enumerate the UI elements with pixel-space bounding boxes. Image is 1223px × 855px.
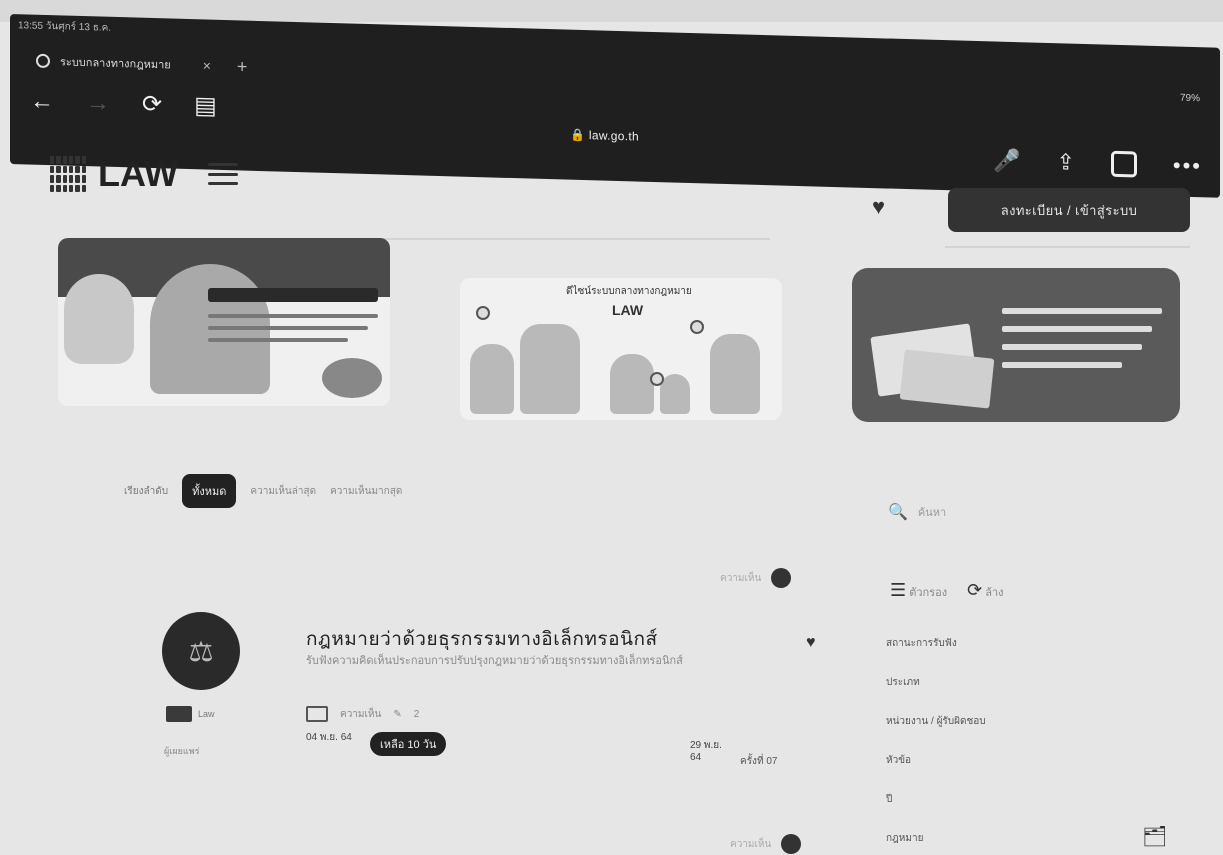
comment-icon[interactable] <box>771 568 792 588</box>
battery-indicator: 79% <box>1179 92 1200 105</box>
post-heart-icon[interactable]: ♥ <box>806 634 816 652</box>
document-illustration <box>899 349 995 409</box>
side-filter-item[interactable]: กฎหมาย <box>886 831 1126 855</box>
banner-text-line <box>1002 362 1122 368</box>
banner-1[interactable] <box>58 238 390 406</box>
logo-text: LAW <box>98 153 178 194</box>
author-badge: Law <box>166 706 215 722</box>
back-icon[interactable]: ← <box>30 87 54 116</box>
bubble-decoration <box>690 320 704 334</box>
person-illustration <box>520 324 580 414</box>
pencil-icon: ✎ <box>393 708 402 720</box>
banner-headline-bar <box>208 288 378 302</box>
search-icon: 🔍 <box>888 504 908 521</box>
post-round: ครั้งที่ 07 <box>740 756 778 767</box>
browser-tab[interactable]: ระบบกลางทางกฎหมาย × + <box>36 43 286 86</box>
tab-title: ระบบกลางทางกฎหมาย <box>60 56 171 72</box>
side-filter-item[interactable]: หน่วยงาน / ผู้รับผิดชอบ <box>886 714 1126 753</box>
divider <box>945 246 1190 248</box>
filter-chip-all[interactable]: ทั้งหมด <box>182 474 237 508</box>
post-stat-views: ความเห็น <box>340 708 382 720</box>
post-stats: ความเห็น ✎ 2 <box>306 706 419 722</box>
folder-icon[interactable]: 🗂 <box>1142 824 1167 849</box>
banner-decoration <box>322 358 382 398</box>
banner-2[interactable]: ดีไซน์ระบบกลางทางกฎหมาย LAW <box>460 278 782 420</box>
forward-icon[interactable]: → <box>86 89 110 118</box>
reader-icon[interactable]: ▤ <box>194 91 217 121</box>
sort-filters: เรียงลำดับ ทั้งหมด ความเห็นล่าสุด ความเห… <box>124 474 402 508</box>
banner-text-line <box>208 314 378 318</box>
comment-count-label: ความเห็น <box>730 838 772 850</box>
post-description: รับฟังความคิดเห็นประกอบการปรับปรุงกฎหมาย… <box>306 655 683 667</box>
logo-grid-icon <box>50 156 86 192</box>
remaining-days-badge: เหลือ 10 วัน <box>370 732 447 756</box>
clear-label: ล้าง <box>985 587 1004 599</box>
flag-icon <box>166 706 192 722</box>
side-filter-item[interactable]: ประเภท <box>886 675 1126 714</box>
new-tab-icon[interactable]: + <box>237 56 248 77</box>
filter-toggle[interactable]: ☰ ตัวกรอง <box>890 580 947 601</box>
banner-text-line <box>208 338 348 342</box>
refresh-icon: ⟳ <box>967 580 983 600</box>
bubble-decoration <box>476 306 490 320</box>
side-controls: ☰ ตัวกรอง ⟳ ล้าง <box>890 580 1004 601</box>
favorites-heart-icon[interactable]: ♥ <box>872 194 885 220</box>
person-illustration <box>610 354 654 414</box>
filter-label: ตัวกรอง <box>909 587 948 599</box>
post-start-date: 04 พ.ย. 64 <box>306 732 352 743</box>
filter-chip-most[interactable]: ความเห็นมากสุด <box>330 484 402 499</box>
tab-close-icon[interactable]: × <box>203 57 211 73</box>
search-box[interactable]: 🔍 ค้นหา <box>888 502 946 522</box>
person-illustration <box>64 274 134 364</box>
nav-buttons: ← → ⟳ ▤ <box>30 87 217 121</box>
reload-icon[interactable]: ⟳ <box>142 90 162 120</box>
sort-label: เรียงลำดับ <box>124 485 169 497</box>
post-stat-edits: 2 <box>413 708 420 720</box>
post-end-date: 29 พ.ย. 64 <box>690 740 722 763</box>
address-bar[interactable]: 🔒 law.go.th <box>570 128 639 144</box>
post-meta-top: ความเห็น <box>720 568 792 588</box>
banner-brand: LAW <box>612 302 644 318</box>
page: LAW ♥ ลงทะเบียน / เข้าสู่ระบบ ดีไซน์ระบบ… <box>0 150 1223 855</box>
post-title[interactable]: กฎหมายว่าด้วยธุรกรรมทางอิเล็กทรอนิกส์ <box>306 624 658 654</box>
post-meta-bottom: ความเห็น <box>730 834 802 854</box>
calendar-icon <box>306 706 328 722</box>
side-filter-item[interactable]: สถานะการรับฟัง <box>886 636 1126 675</box>
side-filter-item[interactable]: หัวข้อ <box>886 753 1126 792</box>
side-filter-list: สถานะการรับฟัง ประเภท หน่วยงาน / ผู้รับผ… <box>886 636 1126 855</box>
author-meta: ผู้เผยแพร่ <box>164 746 200 756</box>
lock-icon: 🔒 <box>570 127 586 143</box>
avatar-icon: ⚖ <box>188 635 214 667</box>
globe-icon <box>36 53 50 69</box>
menu-icon[interactable] <box>207 163 238 185</box>
bubble-decoration <box>650 372 664 386</box>
banner-text-line <box>1002 326 1152 332</box>
comment-icon[interactable] <box>781 834 802 854</box>
site-logo[interactable]: LAW <box>50 150 238 198</box>
url-text: law.go.th <box>588 128 639 144</box>
banner-text-line <box>1002 344 1142 350</box>
banner-caption: ดีไซน์ระบบกลางทางกฎหมาย <box>566 286 692 297</box>
side-filter-item[interactable]: ปี <box>886 792 1126 831</box>
list-icon: ☰ <box>890 580 907 600</box>
status-bar-time: 13:55 วันศุกร์ 13 ธ.ค. <box>18 20 112 34</box>
author-badge-text: Law <box>198 709 215 719</box>
search-placeholder: ค้นหา <box>917 507 947 519</box>
filter-chip-latest[interactable]: ความเห็นล่าสุด <box>250 484 316 499</box>
person-illustration <box>470 344 514 414</box>
person-illustration <box>660 374 690 414</box>
banner-3[interactable] <box>852 268 1180 422</box>
clear-button[interactable]: ⟳ ล้าง <box>967 580 1003 601</box>
author-avatar[interactable]: ⚖ <box>162 612 240 690</box>
top-scrap-text <box>205 0 525 12</box>
login-register-button[interactable]: ลงทะเบียน / เข้าสู่ระบบ <box>948 188 1190 232</box>
person-illustration <box>710 334 760 414</box>
banner-text-line <box>1002 308 1162 314</box>
comment-count-label: ความเห็น <box>720 572 762 584</box>
banner-text-line <box>208 326 368 330</box>
